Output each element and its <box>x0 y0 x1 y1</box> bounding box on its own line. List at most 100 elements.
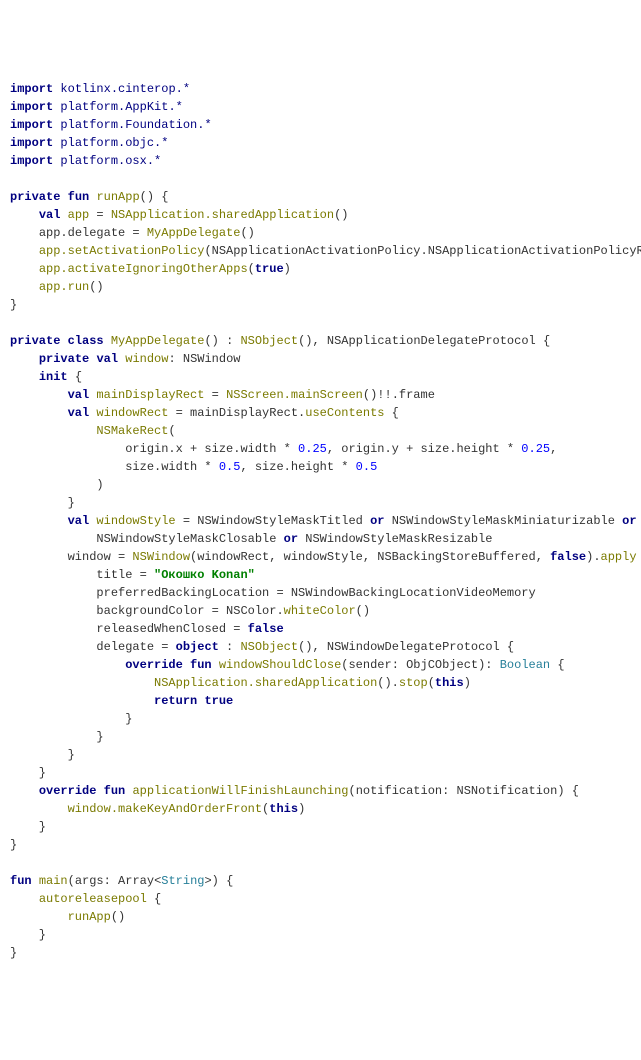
type: Boolean <box>500 658 550 672</box>
lhs: title = <box>96 568 154 582</box>
kw-this: this <box>435 676 464 690</box>
fn: applicationWillFinishLaunching <box>132 784 348 798</box>
call: app.setActivationPolicy <box>39 244 205 258</box>
bool-true: true <box>204 694 233 708</box>
type: ObjCObject <box>406 658 478 672</box>
kw-val: val <box>68 388 90 402</box>
kw-private: private <box>10 334 60 348</box>
call: MyAppDelegate <box>147 226 241 240</box>
proto: NSApplicationDelegateProtocol <box>327 334 536 348</box>
call: NSApplication.sharedApplication <box>111 208 334 222</box>
super: NSObject <box>240 334 298 348</box>
fn: windowShouldClose <box>219 658 341 672</box>
kw-init: init <box>39 370 68 384</box>
stmt: app.delegate = <box>39 226 147 240</box>
param: notification <box>356 784 442 798</box>
kw-fun: fun <box>68 190 90 204</box>
kw-or: or <box>622 514 636 528</box>
kw-fun: fun <box>104 784 126 798</box>
kw-import: import <box>10 154 53 168</box>
call: NSScreen.mainScreen <box>226 388 363 402</box>
const: NSWindowStyleMaskClosable <box>96 532 276 546</box>
kw-private: private <box>39 352 89 366</box>
call: NSObject <box>240 640 298 654</box>
param: sender <box>348 658 391 672</box>
var-app: app <box>68 208 90 222</box>
call: useContents <box>305 406 384 420</box>
import-path: platform.Foundation.* <box>60 118 211 132</box>
type: NSWindow <box>183 352 241 366</box>
kw-return: return <box>154 694 197 708</box>
var: windowRect <box>96 406 168 420</box>
num: 0.5 <box>356 460 378 474</box>
type: Array <box>118 874 154 888</box>
var: windowStyle <box>96 514 175 528</box>
code-block: import kotlinx.cinterop.* import platfor… <box>10 80 631 962</box>
call: autoreleasepool <box>39 892 147 906</box>
kw-override: override <box>39 784 97 798</box>
type-string: String <box>161 874 204 888</box>
kw-override: override <box>125 658 183 672</box>
kw-class: class <box>68 334 104 348</box>
param: args <box>75 874 104 888</box>
call: NSApplication.sharedApplication <box>154 676 377 690</box>
kw-val: val <box>68 514 90 528</box>
kw-import: import <box>10 100 53 114</box>
import-path: platform.objc.* <box>60 136 168 150</box>
call: NSWindow <box>132 550 190 564</box>
num: 0.5 <box>219 460 241 474</box>
const: NSWindowStyleMaskResizable <box>305 532 492 546</box>
expr: , origin.y + size.height * <box>327 442 521 456</box>
call: window.makeKeyAndOrderFront <box>68 802 262 816</box>
call: app.run <box>39 280 89 294</box>
fn-main: main <box>39 874 68 888</box>
kw-val: val <box>68 406 90 420</box>
num: 0.25 <box>298 442 327 456</box>
var-window: window <box>125 352 168 366</box>
stmt: preferredBackingLocation = NSWindowBacki… <box>96 586 535 600</box>
num: 0.25 <box>521 442 550 456</box>
arg: NSApplicationActivationPolicy.NSApplicat… <box>212 244 641 258</box>
bool-false: false <box>248 622 284 636</box>
lhs: backgroundColor = NSColor. <box>96 604 283 618</box>
kw-import: import <box>10 118 53 132</box>
expr: origin.x + size.width * <box>125 442 298 456</box>
call: app.activateIgnoringOtherApps <box>39 262 248 276</box>
string-literal: "Окошко Konan" <box>154 568 255 582</box>
kw-private: private <box>10 190 60 204</box>
const: NSWindowStyleMaskMiniaturizable <box>392 514 615 528</box>
kw-fun: fun <box>10 874 32 888</box>
kw-val: val <box>96 352 118 366</box>
kw-import: import <box>10 82 53 96</box>
bool-true: true <box>255 262 284 276</box>
call: apply <box>601 550 637 564</box>
kw-import: import <box>10 136 53 150</box>
lhs: delegate = <box>96 640 175 654</box>
expr: size.width * <box>125 460 219 474</box>
kw-or: or <box>284 532 298 546</box>
import-path: kotlinx.cinterop.* <box>60 82 190 96</box>
const: NSBackingStoreBuffered <box>377 550 535 564</box>
call: runApp <box>68 910 111 924</box>
var: mainDisplayRect <box>96 388 204 402</box>
kw-fun: fun <box>190 658 212 672</box>
proto: NSWindowDelegateProtocol <box>327 640 500 654</box>
assign: window = <box>68 550 133 564</box>
kw-object: object <box>176 640 219 654</box>
prop: .frame <box>392 388 435 402</box>
kw-this: this <box>269 802 298 816</box>
lhs: releasedWhenClosed = <box>96 622 247 636</box>
const: NSWindowStyleMaskTitled <box>197 514 363 528</box>
import-path: platform.osx.* <box>60 154 161 168</box>
expr: , size.height * <box>240 460 355 474</box>
call: NSMakeRect <box>96 424 168 438</box>
call: whiteColor <box>284 604 356 618</box>
call: stop <box>399 676 428 690</box>
bool-false: false <box>550 550 586 564</box>
type: NSNotification <box>457 784 558 798</box>
class-name: MyAppDelegate <box>111 334 205 348</box>
fn-runapp: runApp <box>96 190 139 204</box>
import-path: platform.AppKit.* <box>60 100 182 114</box>
kw-or: or <box>370 514 384 528</box>
kw-val: val <box>39 208 61 222</box>
